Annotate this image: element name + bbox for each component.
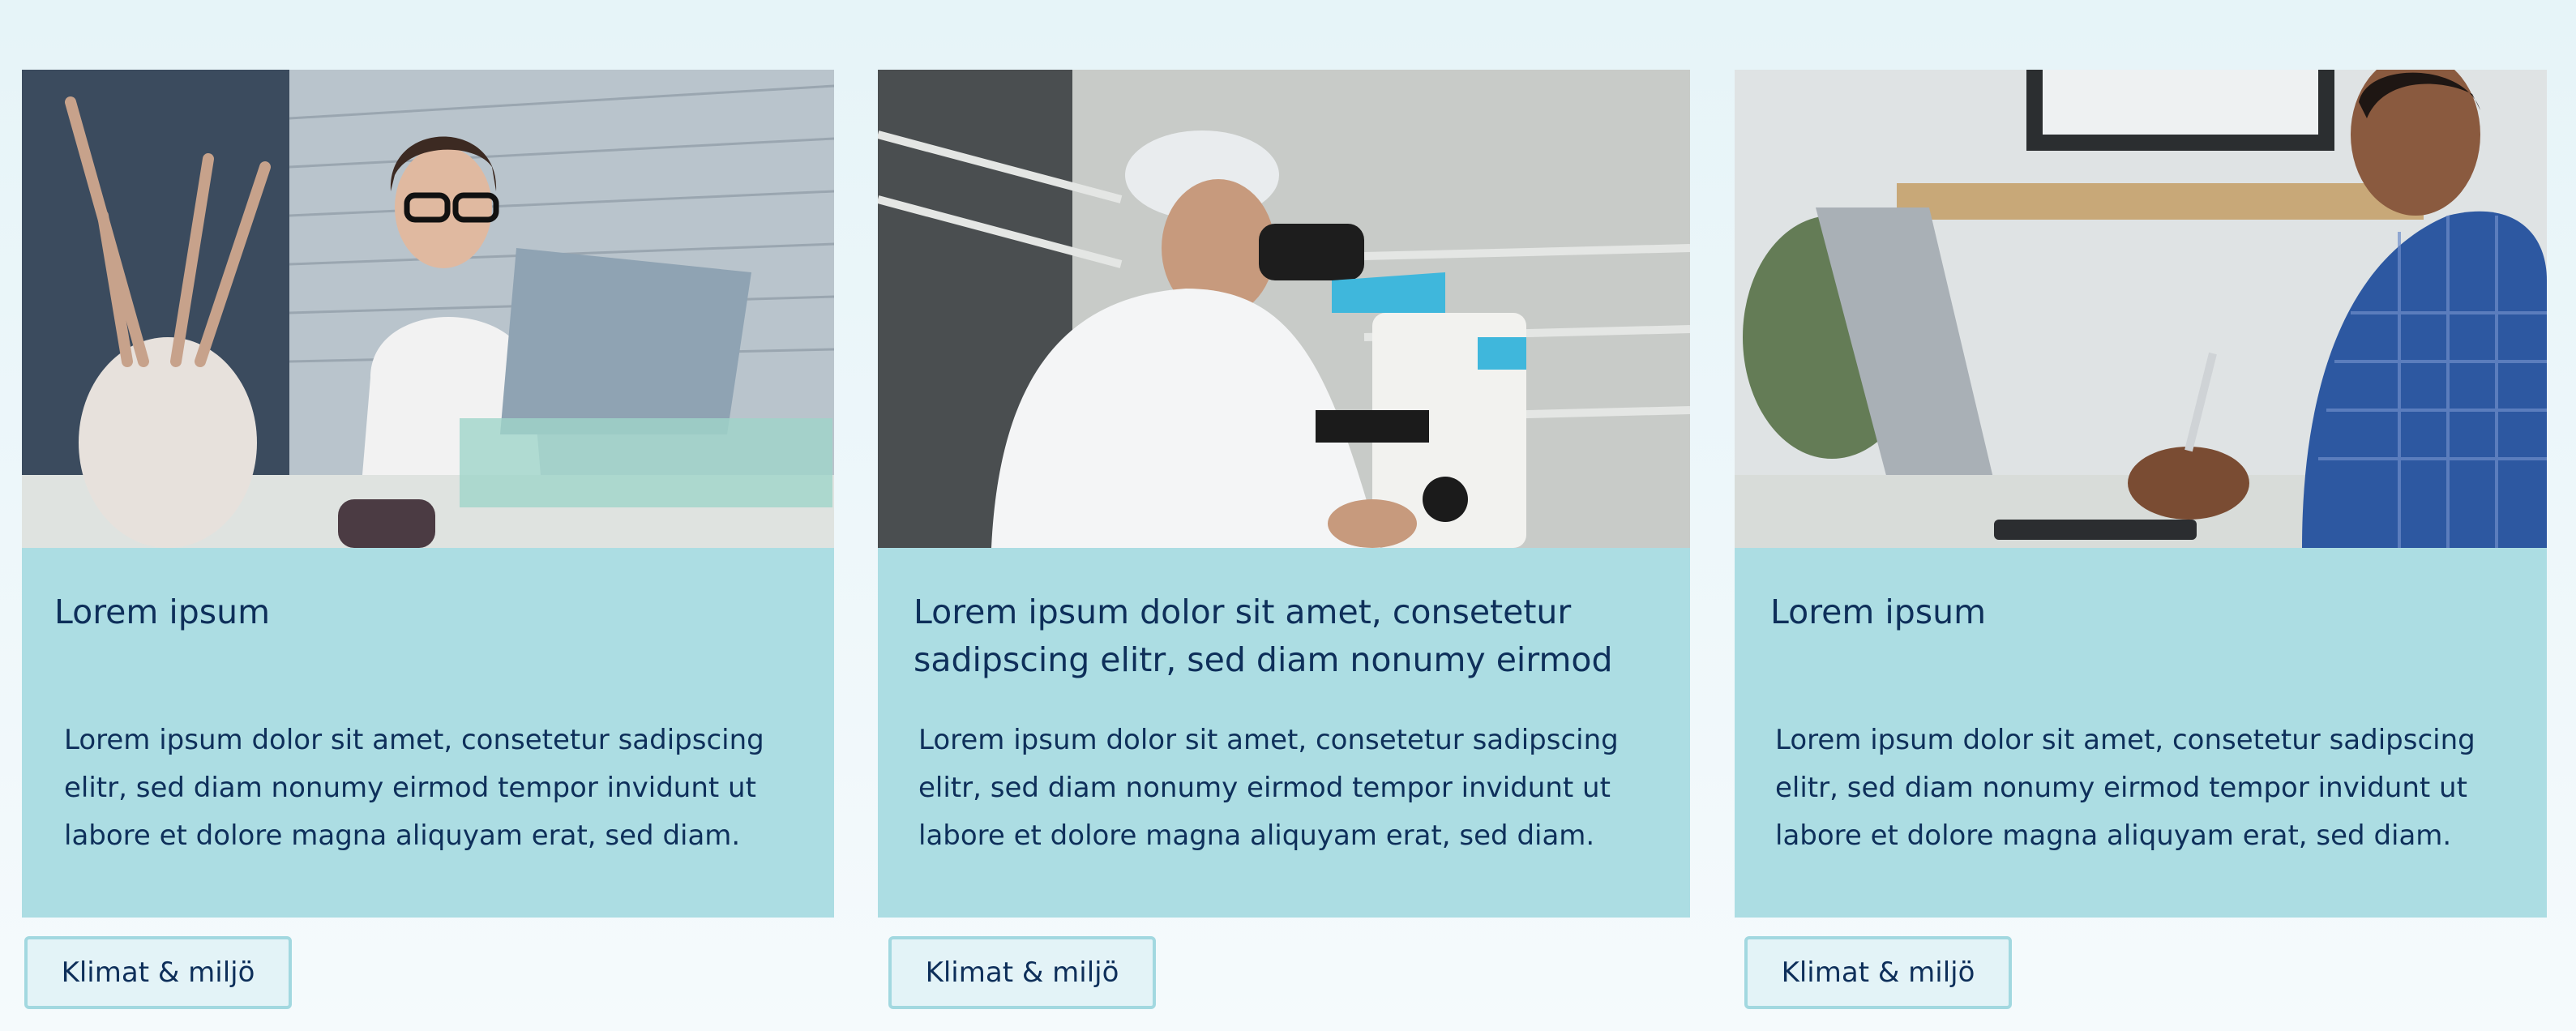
card-image[interactable] <box>878 70 1690 548</box>
article-card-2[interactable]: Lorem ipsum dolor sit amet, consetetur s… <box>878 70 1690 918</box>
card-image[interactable] <box>1735 70 2547 548</box>
card-body: Lorem ipsum Lorem ipsum dolor sit amet, … <box>1735 548 2547 918</box>
category-tag-button[interactable]: Klimat & miljö <box>1744 936 2012 1009</box>
category-tag-button[interactable]: Klimat & miljö <box>24 936 292 1009</box>
card-body: Lorem ipsum Lorem ipsum dolor sit amet, … <box>22 548 834 918</box>
article-card-1[interactable]: Lorem ipsum Lorem ipsum dolor sit amet, … <box>22 70 834 918</box>
card-image[interactable] <box>22 70 834 548</box>
card-text: Lorem ipsum dolor sit amet, consetetur s… <box>1775 724 2475 852</box>
card-title[interactable]: Lorem ipsum dolor sit amet, consetetur s… <box>914 588 1654 684</box>
card-title[interactable]: Lorem ipsum <box>54 588 798 684</box>
woman-laptop-photo <box>22 70 834 548</box>
card-title[interactable]: Lorem ipsum <box>1770 588 2511 684</box>
article-card-3[interactable]: Lorem ipsum Lorem ipsum dolor sit amet, … <box>1735 70 2547 918</box>
category-tag-button[interactable]: Klimat & miljö <box>888 936 1156 1009</box>
card-body: Lorem ipsum dolor sit amet, consetetur s… <box>878 548 1690 918</box>
man-writing-photo <box>1735 70 2547 548</box>
scientist-microscope-photo <box>878 70 1690 548</box>
card-text: Lorem ipsum dolor sit amet, consetetur s… <box>918 724 1619 852</box>
card-text: Lorem ipsum dolor sit amet, consetetur s… <box>64 724 764 852</box>
